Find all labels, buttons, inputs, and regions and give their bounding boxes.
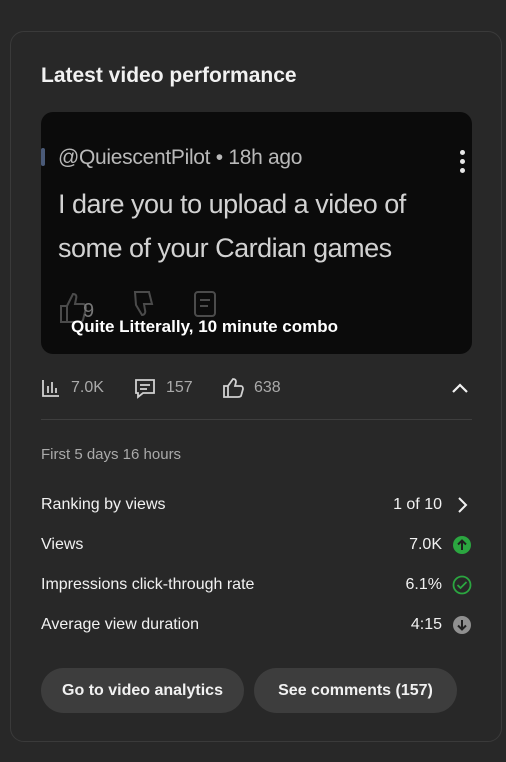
chevron-right-icon <box>458 497 468 513</box>
thumb-down-icon <box>133 291 154 317</box>
metric-value: 1 of 10 <box>393 496 442 513</box>
video-stats-row: 7.0K 157 638 <box>41 374 472 402</box>
metric-value: 7.0K <box>409 536 442 553</box>
comments-count: 157 <box>166 379 193 396</box>
divider <box>41 419 472 420</box>
thumbnail-time: • 18h ago <box>215 146 303 169</box>
views-metric-row: Views 7.0K <box>41 534 472 558</box>
reply-icon <box>194 291 216 317</box>
thumbnail-comment-text: I dare you to upload a video of some of … <box>58 189 406 263</box>
video-thumbnail[interactable]: @QuiescentPilot • 18h ago I dare you to … <box>41 112 472 354</box>
thumbnail-avatar-edge <box>41 148 45 166</box>
chevron-up-icon[interactable] <box>448 376 472 400</box>
metric-label: Average view duration <box>41 616 200 633</box>
more-vert-icon <box>458 150 466 176</box>
see-comments-button[interactable]: See comments (157) <box>254 668 457 713</box>
card-title: Latest video performance <box>41 64 297 87</box>
arrow-up-circle-icon <box>453 536 471 554</box>
likes-count: 638 <box>254 379 281 396</box>
ctr-metric-row: Impressions click-through rate 6.1% <box>41 574 472 598</box>
views-count: 7.0K <box>71 379 104 396</box>
comments-stat: 157 <box>134 374 193 402</box>
metric-label: Impressions click-through rate <box>41 576 255 593</box>
check-circle-icon <box>452 575 472 595</box>
video-title: Quite Litterally, 10 minute combo <box>71 317 339 336</box>
thumbnail-comment-header: @QuiescentPilot • 18h ago <box>58 146 302 170</box>
ranking-by-views-row[interactable]: Ranking by views 1 of 10 <box>41 494 472 518</box>
bar-chart-icon <box>42 380 59 397</box>
metric-label: Ranking by views <box>41 496 166 513</box>
comment-icon <box>135 379 155 399</box>
thumb-up-icon <box>223 378 244 398</box>
thumbnail-username: @QuiescentPilot <box>58 146 211 169</box>
metric-value: 6.1% <box>405 576 442 593</box>
metric-value: 4:15 <box>410 616 442 633</box>
period-label: First 5 days 16 hours <box>41 446 182 463</box>
views-stat: 7.0K <box>41 374 104 402</box>
arrow-down-circle-icon <box>453 616 471 634</box>
latest-video-performance-card: Latest video performance @QuiescentPilot… <box>10 31 502 742</box>
go-to-video-analytics-button[interactable]: Go to video analytics <box>41 668 244 713</box>
likes-stat: 638 <box>222 374 281 402</box>
avg-view-duration-row: Average view duration 4:15 <box>41 614 472 638</box>
metric-label: Views <box>41 536 84 553</box>
